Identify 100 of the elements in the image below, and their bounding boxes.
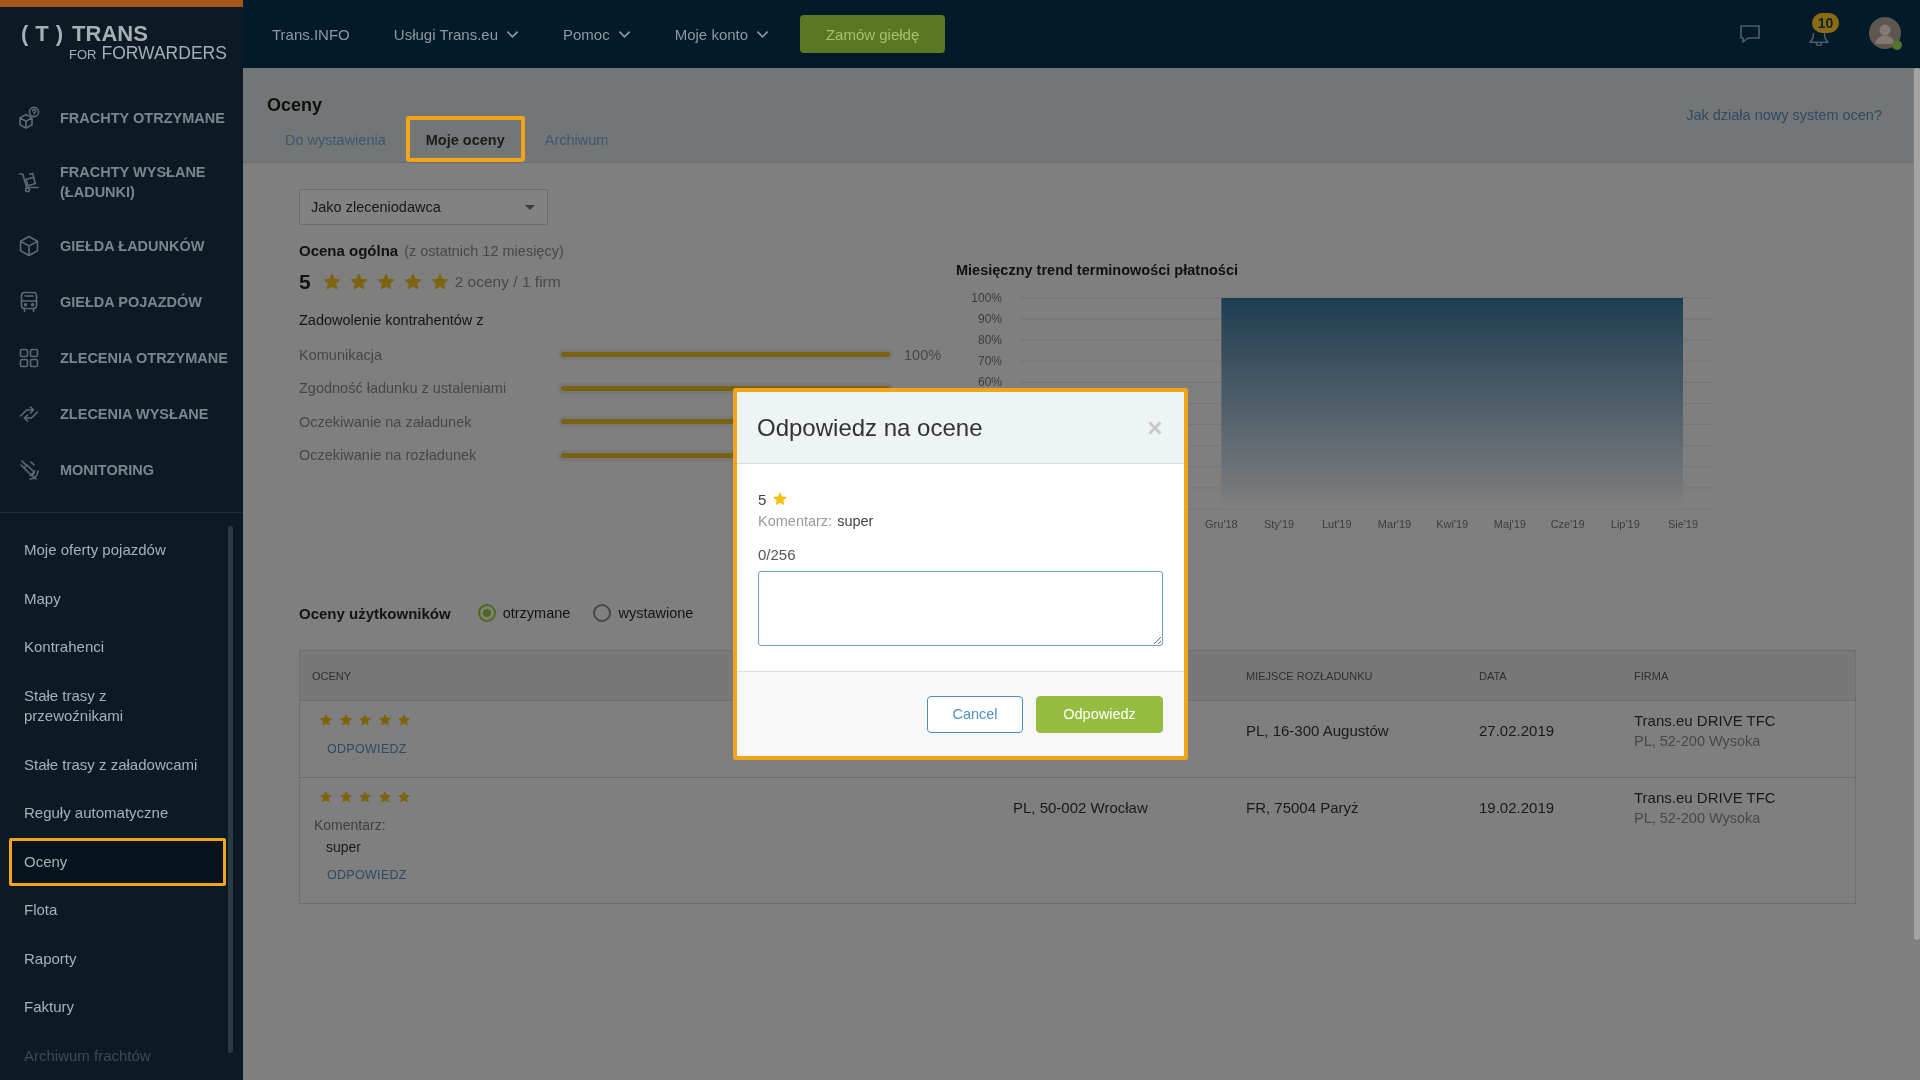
axis-label: Sty'19 bbox=[1264, 518, 1295, 530]
dialog-title: Odpowiedz na ocene bbox=[757, 413, 983, 442]
nav-item[interactable]: MONITORING bbox=[0, 442, 243, 498]
rating-label: Ocena ogólna bbox=[299, 241, 399, 261]
star-icon bbox=[358, 789, 372, 804]
criterion-label: Zgodność ładunku z ustaleniami bbox=[299, 380, 507, 397]
star-icon bbox=[338, 789, 353, 804]
reply-link[interactable]: ODPOWIEDZ bbox=[327, 742, 407, 756]
axis-label: Gru'18 bbox=[1205, 518, 1238, 530]
table-cell: FR, 75004 Paryż bbox=[1246, 799, 1359, 816]
section-title: Oceny użytkowników bbox=[299, 604, 451, 622]
axis-label: Lut'19 bbox=[1322, 518, 1352, 530]
nav-item[interactable]: Mapy bbox=[9, 574, 226, 623]
char-counter: 0/256 bbox=[758, 545, 796, 565]
comment-label: Komentarz: bbox=[758, 512, 833, 531]
close-icon bbox=[1148, 420, 1162, 435]
tab[interactable]: Moje oceny bbox=[405, 116, 525, 162]
logo-mark: (T) bbox=[21, 21, 71, 47]
company-name: Trans.eu DRIVE TFC bbox=[1634, 788, 1776, 808]
rating-score: 5 bbox=[299, 270, 311, 294]
radio-option[interactable]: otrzymane bbox=[477, 604, 571, 622]
axis-label: 80% bbox=[977, 333, 1002, 348]
star-icon bbox=[348, 272, 369, 292]
axis-label: 100% bbox=[971, 291, 1002, 305]
star-icon bbox=[338, 712, 353, 727]
radio-icon[interactable] bbox=[477, 604, 496, 622]
bell-icon[interactable] bbox=[1807, 32, 1831, 46]
star-icon bbox=[397, 789, 411, 804]
axis-label: 70% bbox=[977, 354, 1002, 369]
star-icon bbox=[402, 272, 423, 292]
axis-label: Kwi'19 bbox=[1436, 518, 1469, 530]
cube-question-icon bbox=[17, 106, 41, 130]
reply-field[interactable] bbox=[758, 571, 1163, 646]
page-title: Oceny bbox=[267, 94, 323, 116]
nav-menu[interactable]: Trans.INFO bbox=[272, 25, 350, 43]
chevron-down-icon bbox=[756, 29, 770, 39]
axis-label: Mar'19 bbox=[1377, 518, 1412, 530]
chat-icon[interactable] bbox=[1738, 22, 1762, 46]
nav-menu[interactable]: Usługi Trans.eu bbox=[393, 25, 519, 43]
nav-item[interactable]: Raporty bbox=[9, 934, 226, 983]
logo-tagline: FOR bbox=[69, 46, 97, 64]
order-button[interactable]: Zamów giełdę bbox=[800, 15, 946, 53]
nav-item[interactable]: GIEŁDA POJAZDÓW bbox=[0, 274, 243, 330]
axis-label: Cze'19 bbox=[1550, 518, 1585, 530]
column-header: DATA bbox=[1478, 669, 1507, 682]
column-header: FIRMA bbox=[1633, 669, 1669, 682]
table-cell: PL, 50-002 Wrocław bbox=[1013, 799, 1148, 816]
grid-icon bbox=[17, 346, 41, 370]
scrollbar-thumb[interactable] bbox=[228, 526, 233, 1053]
star-icon bbox=[772, 491, 789, 507]
nav-item[interactable]: FRACHTY WYSŁANE (ŁADUNKI) bbox=[0, 146, 243, 218]
nav-item[interactable]: Stałe trasy z załadowcami bbox=[9, 740, 226, 789]
axis-label: Maj'19 bbox=[1493, 518, 1526, 530]
axis-label: Lip'19 bbox=[1610, 518, 1640, 530]
notification-badge: 10 bbox=[1812, 12, 1839, 33]
axis-label: 60% bbox=[977, 375, 1002, 390]
star-icon bbox=[377, 712, 392, 727]
hand-truck-icon bbox=[17, 170, 41, 194]
scrollbar-thumb[interactable] bbox=[1914, 68, 1920, 940]
nav-menu[interactable]: Moje konto bbox=[674, 25, 770, 43]
user-avatar[interactable] bbox=[1869, 17, 1903, 51]
rating-score: 5 bbox=[758, 490, 767, 508]
nav-item[interactable]: Flota bbox=[9, 886, 226, 935]
column-header: OCENY bbox=[311, 669, 352, 682]
comment-label: Komentarz: bbox=[314, 816, 386, 834]
radio-icon[interactable] bbox=[593, 604, 612, 622]
cube-icon bbox=[17, 234, 41, 258]
role-select[interactable]: Jako zleceniodawca bbox=[299, 189, 548, 225]
comment-text: super bbox=[326, 838, 362, 856]
star-icon bbox=[319, 712, 333, 727]
section-title: Zadowolenie kontrahentów z bbox=[299, 311, 484, 330]
nav-menu[interactable]: Pomoc bbox=[563, 25, 631, 43]
nav-item[interactable]: Moje oferty pojazdów bbox=[9, 526, 226, 575]
chevron-down-icon bbox=[617, 29, 631, 39]
nav-item[interactable]: Stałe trasy z przewoźnikami bbox=[9, 671, 226, 741]
nav-item[interactable]: Reguły automatyczne bbox=[9, 789, 226, 838]
chevron-down-icon bbox=[506, 29, 519, 39]
nav-item[interactable]: Oceny bbox=[9, 837, 226, 886]
company-name: Trans.eu DRIVE TFC bbox=[1634, 711, 1776, 731]
cancel-button[interactable]: Cancel bbox=[927, 695, 1023, 733]
star-icon bbox=[429, 272, 450, 292]
reply-link[interactable]: ODPOWIEDZ bbox=[327, 868, 407, 882]
column-header: MIEJSCE ROZŁADUNKU bbox=[1245, 669, 1373, 682]
nav-item[interactable]: ZLECENIA WYSŁANE bbox=[0, 386, 243, 442]
axis-label: Sie'19 bbox=[1667, 518, 1699, 530]
satellite-icon bbox=[17, 458, 41, 482]
nav-item[interactable]: Kontrahenci bbox=[9, 623, 226, 672]
radio-option[interactable]: wystawione bbox=[593, 604, 694, 622]
star-icon bbox=[377, 789, 392, 804]
nav-item[interactable]: GIEŁDA ŁADUNKÓW bbox=[0, 218, 243, 274]
logo-tagline: FORWARDERS bbox=[101, 43, 227, 63]
table-cell: PL, 16-300 Augustów bbox=[1246, 722, 1389, 739]
logo-text: TRANS bbox=[72, 21, 148, 46]
nav-item[interactable]: Faktury bbox=[9, 983, 226, 1032]
nav-item[interactable]: ZLECENIA OTRZYMANE bbox=[0, 330, 243, 386]
criterion-label: Oczekiwanie na załadunek bbox=[299, 413, 472, 430]
nav-item[interactable]: FRACHTY OTRZYMANE bbox=[0, 90, 243, 146]
criterion-label: Oczekiwanie na rozładunek bbox=[299, 447, 477, 464]
criterion-value: 100% bbox=[904, 346, 942, 363]
comment-text: super bbox=[837, 512, 874, 531]
